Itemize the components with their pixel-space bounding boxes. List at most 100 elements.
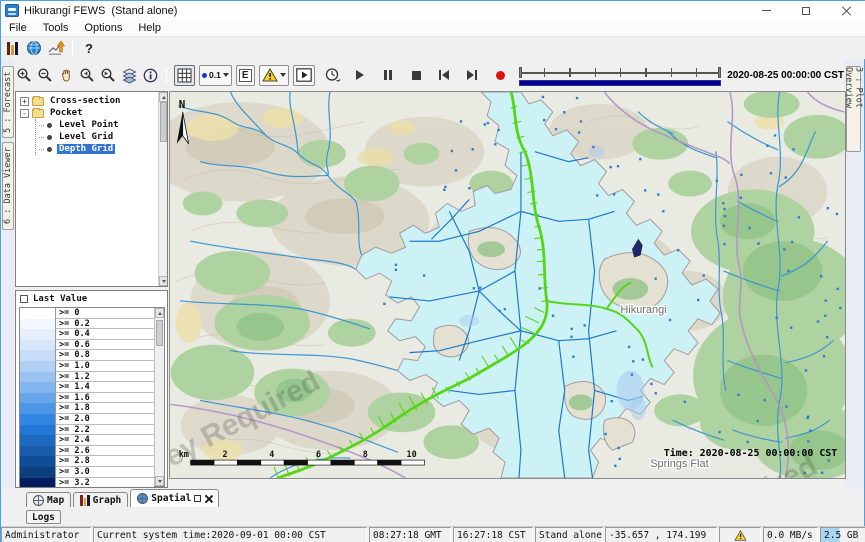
scrollbar-thumb[interactable]: [160, 102, 167, 142]
tree-item-label[interactable]: Cross-section: [48, 96, 122, 106]
spatial-display-button[interactable]: [46, 38, 66, 58]
legend-row: >= 0.8: [20, 350, 154, 361]
filter-tree-panel: + Cross-section - Pocket Level Point: [15, 91, 168, 287]
thresholds-dropdown[interactable]: [259, 65, 289, 86]
left-panel: + Cross-section - Pocket Level Point: [14, 91, 169, 488]
play-button[interactable]: [351, 65, 370, 86]
zoom-in-button[interactable]: [15, 65, 34, 86]
legend-row: >= 3.2: [20, 478, 154, 489]
timeline-slider[interactable]: [519, 63, 722, 87]
bottom-tab-bar: Map Graph Spatial: [14, 489, 219, 507]
stop-button[interactable]: [407, 65, 426, 86]
layers-button[interactable]: [120, 65, 139, 86]
scroll-up-icon[interactable]: [155, 308, 164, 318]
zoom-previous-button[interactable]: [78, 65, 97, 86]
legend-row-label: >= 2.8: [56, 456, 154, 467]
timeline-end-handle[interactable]: [718, 67, 721, 78]
minimize-button[interactable]: [746, 1, 786, 20]
tree-item-label[interactable]: Level Grid: [57, 132, 115, 142]
scroll-down-icon[interactable]: [155, 476, 164, 486]
collapse-icon[interactable]: -: [20, 109, 29, 118]
step-back-button[interactable]: [435, 65, 454, 86]
run-scheduler-button[interactable]: [323, 65, 342, 86]
legend-row: >= 2.4: [20, 435, 154, 446]
legend-row: >= 2.6: [20, 446, 154, 457]
tree-item-level-point[interactable]: Level Point: [39, 119, 165, 131]
globe-icon: [26, 40, 42, 56]
tab-map-label: Map: [47, 495, 64, 506]
pan-button[interactable]: [57, 65, 76, 86]
map-canvas[interactable]: API Key Required API Key Required Hikura…: [169, 91, 846, 479]
tab-spatial[interactable]: Spatial: [130, 489, 219, 507]
tree-item-cross-section[interactable]: + Cross-section: [18, 95, 165, 107]
expand-icon[interactable]: +: [20, 97, 29, 106]
class-break-dropdown[interactable]: 0.1: [199, 65, 232, 86]
menu-help[interactable]: Help: [130, 21, 169, 35]
menu-tools[interactable]: Tools: [35, 21, 77, 35]
titlebar: Hikurangi FEWS (Stand alone): [1, 1, 865, 20]
tab-data-viewer[interactable]: 6 : Data Viewer: [2, 142, 14, 230]
scrollbar-thumb[interactable]: [156, 320, 163, 346]
legend-scrollbar[interactable]: [154, 308, 164, 486]
legend-rows: >= 0 >= 0.2 >= 0.4: [20, 308, 154, 486]
tab-graph-label: Graph: [93, 495, 122, 506]
legend-row-label: >= 1.0: [56, 361, 154, 372]
tree-item-depth-grid[interactable]: Depth Grid: [39, 143, 165, 155]
globe-icon: [33, 495, 44, 506]
record-button[interactable]: [491, 65, 510, 86]
tab-maximize-icon[interactable]: [194, 495, 201, 502]
tab-close-icon[interactable]: [204, 495, 212, 503]
warning-icon: [734, 530, 747, 541]
tree-item-label[interactable]: Level Point: [57, 120, 121, 130]
tab-plot-overview[interactable]: 3 : Plot Overview: [846, 66, 861, 152]
zoom-out-button[interactable]: [36, 65, 55, 86]
maximize-button[interactable]: [786, 1, 826, 20]
pause-button[interactable]: [379, 65, 398, 86]
map-display-button[interactable]: [24, 38, 44, 58]
tree-item-label[interactable]: Pocket: [48, 108, 85, 118]
tree-connector: [39, 149, 44, 150]
status-local-time: 16:27:18 CST: [453, 527, 533, 542]
legend-row: >= 2.2: [20, 425, 154, 436]
last-value-row: Last Value: [16, 291, 167, 306]
info-button[interactable]: [141, 65, 160, 86]
help-button[interactable]: ?: [79, 38, 99, 58]
tree-item-pocket[interactable]: - Pocket: [18, 107, 165, 119]
close-button[interactable]: [826, 1, 865, 20]
animation-button[interactable]: [293, 65, 315, 86]
logs-row: Logs: [14, 508, 61, 525]
status-user: Administrator: [1, 527, 91, 542]
logs-button[interactable]: Logs: [26, 510, 61, 524]
step-forward-button[interactable]: [463, 65, 482, 86]
scalebar-tick: 10: [407, 449, 417, 459]
status-warning-cell[interactable]: [719, 527, 761, 542]
tab-graph[interactable]: Graph: [73, 492, 128, 507]
tree-connector: [39, 137, 44, 138]
scroll-up-icon[interactable]: [159, 92, 168, 102]
zoom-next-button[interactable]: [99, 65, 118, 86]
tree-scrollbar[interactable]: [158, 92, 167, 286]
scalebar-tick: 2: [222, 449, 227, 459]
zoom-previous-icon: [79, 67, 96, 84]
legend-row-label: >= 0.6: [56, 340, 154, 351]
legend-swatch: [20, 425, 56, 436]
warning-icon: [262, 68, 278, 82]
scalebar-tick: 6: [316, 449, 321, 459]
grid-display-button[interactable]: [174, 65, 195, 86]
database-button[interactable]: [2, 38, 22, 58]
last-value-checkbox[interactable]: [20, 295, 28, 303]
window-title: Hikurangi FEWS (Stand alone): [24, 5, 177, 17]
tab-forecast[interactable]: 5 : Forecast: [2, 66, 14, 138]
legend-toggle-button[interactable]: E: [236, 65, 255, 86]
timeline-track[interactable]: [519, 67, 722, 77]
legend-row-label: >= 2.0: [56, 414, 154, 425]
legend-swatch: [20, 361, 56, 372]
tree-item-level-grid[interactable]: Level Grid: [39, 131, 165, 143]
tab-map[interactable]: Map: [26, 492, 71, 507]
menu-file[interactable]: File: [1, 21, 35, 35]
scroll-down-icon[interactable]: [159, 276, 168, 286]
menu-options[interactable]: Options: [76, 21, 130, 35]
tree-item-label-selected[interactable]: Depth Grid: [57, 144, 115, 154]
legend-swatch: [20, 308, 56, 319]
timeline-start-handle[interactable]: [519, 67, 522, 78]
